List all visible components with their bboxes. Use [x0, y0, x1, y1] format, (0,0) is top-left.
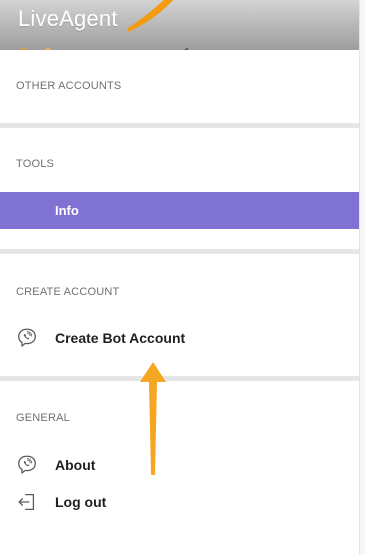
menu-item-about[interactable]: About	[0, 450, 359, 480]
app-title: LiveAgent	[18, 6, 118, 31]
logout-icon	[18, 494, 35, 510]
section-label-general: GENERAL	[16, 412, 70, 424]
menu-item-info-label: Info	[55, 203, 79, 218]
section-label-create-account: CREATE ACCOUNT	[16, 286, 120, 298]
viber-icon	[18, 455, 36, 474]
section-label-tools: TOOLS	[16, 158, 55, 170]
menu-item-logout-label: Log out	[55, 494, 107, 510]
menu-item-info[interactable]: Info	[0, 192, 359, 229]
scrollbar-track[interactable]	[359, 0, 365, 555]
menu-item-logout[interactable]: Log out	[0, 487, 359, 517]
section-divider	[0, 249, 359, 254]
menu-item-create-bot-account-label: Create Bot Account	[55, 330, 186, 346]
side-menu-panel: LiveAgent OTHER ACCOUNTS TOOLS Info CREA…	[0, 0, 359, 555]
viber-icon	[18, 328, 36, 347]
menu-item-about-label: About	[55, 457, 96, 473]
section-divider	[0, 376, 359, 381]
logo-swoosh-icon	[128, 0, 174, 32]
section-divider	[0, 123, 359, 128]
header-decoration	[20, 48, 188, 50]
app-header: LiveAgent	[0, 0, 359, 50]
section-label-other-accounts: OTHER ACCOUNTS	[16, 80, 122, 92]
menu-item-create-bot-account[interactable]: Create Bot Account	[0, 323, 359, 353]
annotation-arrow-icon	[140, 362, 166, 475]
